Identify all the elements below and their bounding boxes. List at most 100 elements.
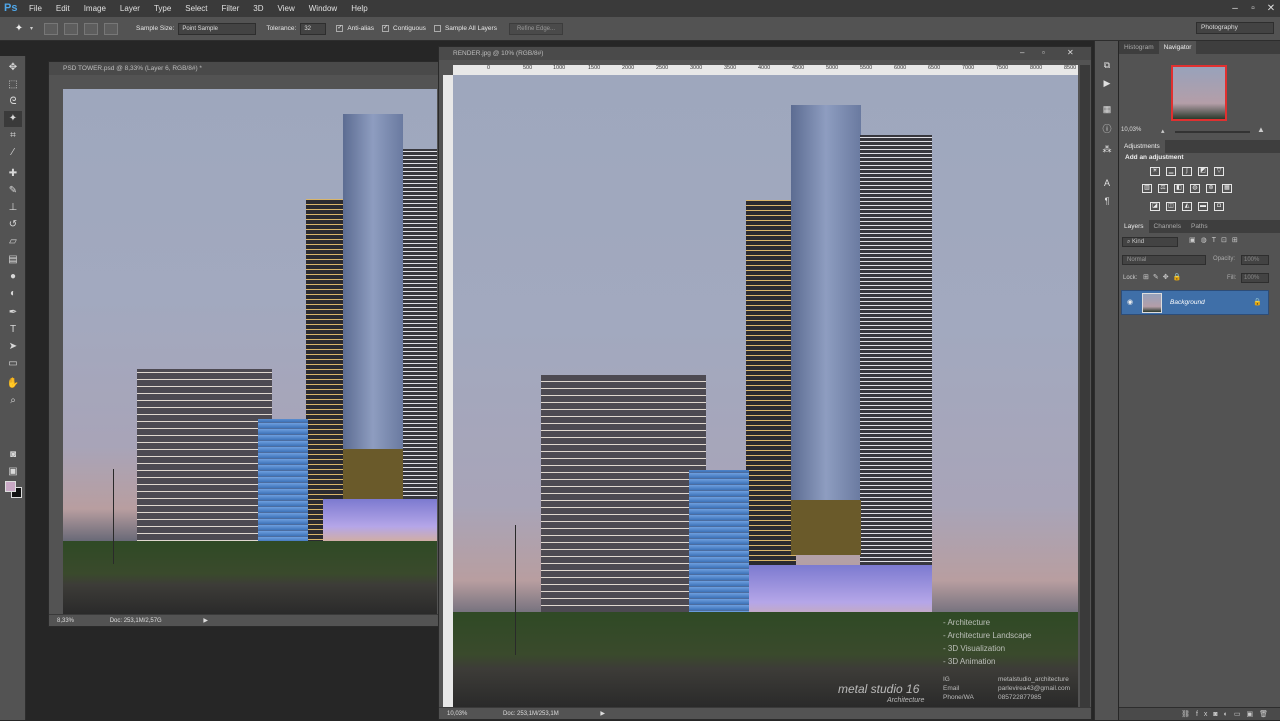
horizontal-ruler[interactable]: 0 500 1000 1500 2000 2500 3000 3500 4000…	[453, 65, 1078, 75]
blur-tool-icon[interactable]: ●	[4, 269, 22, 285]
path-selection-icon[interactable]: ➤	[4, 339, 22, 355]
doc1-zoom-value[interactable]: 8,33%	[57, 618, 74, 624]
menu-file[interactable]: File	[22, 0, 49, 17]
doc-tab-render[interactable]: RENDER.jpg @ 10% (RGB/8#)	[439, 47, 1091, 60]
actions-play-icon[interactable]: ▶	[1101, 77, 1113, 89]
layer-row-background[interactable]: ◉ Background 🔒	[1121, 290, 1269, 315]
contiguous-checkbox[interactable]: ✓	[382, 25, 390, 32]
menu-type[interactable]: Type	[147, 0, 178, 17]
history-icon[interactable]: ⧉	[1101, 59, 1113, 71]
marquee-tool-icon[interactable]: ⬚	[4, 77, 22, 93]
properties-icon[interactable]: ▦	[1101, 103, 1113, 115]
screen-mode-icon[interactable]: ▣	[4, 464, 22, 480]
navigator-thumbnail[interactable]	[1171, 65, 1227, 121]
gradient-map-icon[interactable]: ▬	[1198, 202, 1208, 211]
status-menu-arrow-icon[interactable]: ▶	[203, 618, 208, 624]
paragraph-icon[interactable]: ¶	[1101, 195, 1113, 207]
menu-edit[interactable]: Edit	[49, 0, 77, 17]
invert-icon[interactable]: ◪	[1150, 202, 1160, 211]
foreground-color-swatch[interactable]	[5, 481, 16, 492]
info-icon[interactable]: ⓘ	[1101, 123, 1113, 135]
crop-tool-icon[interactable]: ⌗	[4, 128, 22, 144]
doc2-close-icon[interactable]: ✕	[1067, 48, 1074, 57]
sample-size-select[interactable]: Point Sample	[178, 22, 257, 35]
pen-tool-icon[interactable]: ✒	[4, 305, 22, 321]
layers-footer-icons[interactable]: ⛓fx◙◐▭▣🗑	[1119, 707, 1280, 720]
eyedropper-tool-icon[interactable]: ⁄	[4, 145, 22, 161]
doc2-minimize-icon[interactable]: –	[1020, 48, 1024, 57]
doc2-maximize-icon[interactable]: ▫	[1042, 48, 1045, 57]
threshold-icon[interactable]: ◭	[1182, 202, 1192, 211]
history-brush-icon[interactable]: ↺	[4, 217, 22, 233]
subtract-selection-icon[interactable]	[84, 22, 99, 35]
hand-tool-icon[interactable]: ✋	[4, 376, 22, 392]
psd-tower-canvas[interactable]	[63, 89, 437, 614]
add-selection-icon[interactable]	[64, 22, 79, 35]
tab-channels[interactable]: Channels	[1149, 220, 1186, 233]
quick-mask-icon[interactable]: ◙	[4, 447, 22, 463]
minimize-icon[interactable]: –	[1226, 0, 1244, 17]
zoom-out-icon[interactable]: ▴	[1161, 127, 1165, 135]
menu-help[interactable]: Help	[344, 0, 374, 17]
intersect-selection-icon[interactable]	[104, 22, 119, 35]
doc-tab-psd-tower[interactable]: PSD TOWER.psd @ 8,33% (Layer 6, RGB/8#) …	[49, 62, 439, 75]
menu-layer[interactable]: Layer	[113, 0, 147, 17]
shape-tool-icon[interactable]: ▭	[4, 356, 22, 372]
type-tool-icon[interactable]: T	[4, 322, 22, 338]
vertical-ruler[interactable]	[443, 75, 453, 707]
clone-stamp-icon[interactable]: ⊥	[4, 200, 22, 216]
menu-3d[interactable]: 3D	[246, 0, 270, 17]
tab-paths[interactable]: Paths	[1186, 220, 1213, 233]
layer-filter-icons[interactable]: ▣◍T⊡⊞	[1189, 236, 1243, 244]
menu-window[interactable]: Window	[302, 0, 344, 17]
eraser-tool-icon[interactable]: ▱	[4, 234, 22, 250]
vibrance-icon[interactable]: ▽	[1214, 167, 1224, 176]
doc2-zoom-value[interactable]: 10,03%	[447, 711, 467, 717]
color-balance-icon[interactable]: ⚖	[1158, 184, 1168, 193]
maximize-icon[interactable]: ▫	[1244, 0, 1262, 17]
curves-icon[interactable]: ∫	[1182, 167, 1192, 176]
tab-histogram[interactable]: Histogram	[1119, 41, 1159, 54]
layer-filter-kind-select[interactable]: ⌕ Kind	[1122, 237, 1178, 247]
photo-filter-icon[interactable]: ◍	[1190, 184, 1200, 193]
workspace-select[interactable]: Photography	[1196, 22, 1274, 34]
refine-edge-button[interactable]: Refine Edge...	[508, 22, 563, 35]
navigator-zoom-value[interactable]: 10,03%	[1121, 127, 1141, 133]
dodge-tool-icon[interactable]: ◐	[4, 286, 22, 302]
brightness-contrast-icon[interactable]: ☀	[1150, 167, 1160, 176]
tolerance-input[interactable]: 32	[300, 22, 327, 35]
layer-name[interactable]: Background	[1170, 299, 1205, 306]
eye-icon[interactable]: ◉	[1127, 298, 1133, 306]
sample-all-layers-checkbox[interactable]	[433, 25, 441, 32]
levels-icon[interactable]: ▁	[1166, 167, 1176, 176]
zoom-slider[interactable]	[1175, 131, 1250, 133]
hue-saturation-icon[interactable]: ▥	[1142, 184, 1152, 193]
menu-filter[interactable]: Filter	[215, 0, 247, 17]
lock-icons[interactable]: ⊞✎✥🔒	[1143, 273, 1185, 281]
brush-presets-icon[interactable]: ⁂	[1101, 143, 1113, 155]
menu-image[interactable]: Image	[77, 0, 113, 17]
opacity-input[interactable]: 100%	[1241, 255, 1269, 265]
status-menu-arrow-icon[interactable]: ▶	[600, 711, 605, 717]
color-lookup-icon[interactable]: ▦	[1222, 184, 1232, 193]
zoom-tool-icon[interactable]: ⌕	[4, 393, 22, 409]
blend-mode-select[interactable]: Normal	[1122, 255, 1206, 265]
move-tool-icon[interactable]: ✥	[4, 60, 22, 76]
menu-view[interactable]: View	[271, 0, 302, 17]
chevron-down-icon[interactable]: ▾	[30, 25, 33, 32]
posterize-icon[interactable]: ◫	[1166, 202, 1176, 211]
anti-alias-checkbox[interactable]: ✓	[336, 25, 344, 32]
selective-color-icon[interactable]: ◘	[1214, 202, 1224, 211]
black-white-icon[interactable]: ◧	[1174, 184, 1184, 193]
channel-mixer-icon[interactable]: ⊛	[1206, 184, 1216, 193]
tab-layers[interactable]: Layers	[1119, 220, 1149, 233]
zoom-in-icon[interactable]: ▲	[1257, 125, 1265, 134]
lasso-tool-icon[interactable]: ᘓ	[4, 94, 22, 110]
close-icon[interactable]: ✕	[1262, 0, 1280, 17]
character-icon[interactable]: A	[1101, 177, 1113, 189]
render-canvas[interactable]: - Architecture - Architecture Landscape …	[453, 75, 1078, 707]
magic-wand-tool-icon[interactable]: ✦	[4, 111, 22, 127]
healing-brush-icon[interactable]: ✚	[4, 166, 22, 182]
exposure-icon[interactable]: ◩	[1198, 167, 1208, 176]
fill-input[interactable]: 100%	[1241, 273, 1269, 283]
